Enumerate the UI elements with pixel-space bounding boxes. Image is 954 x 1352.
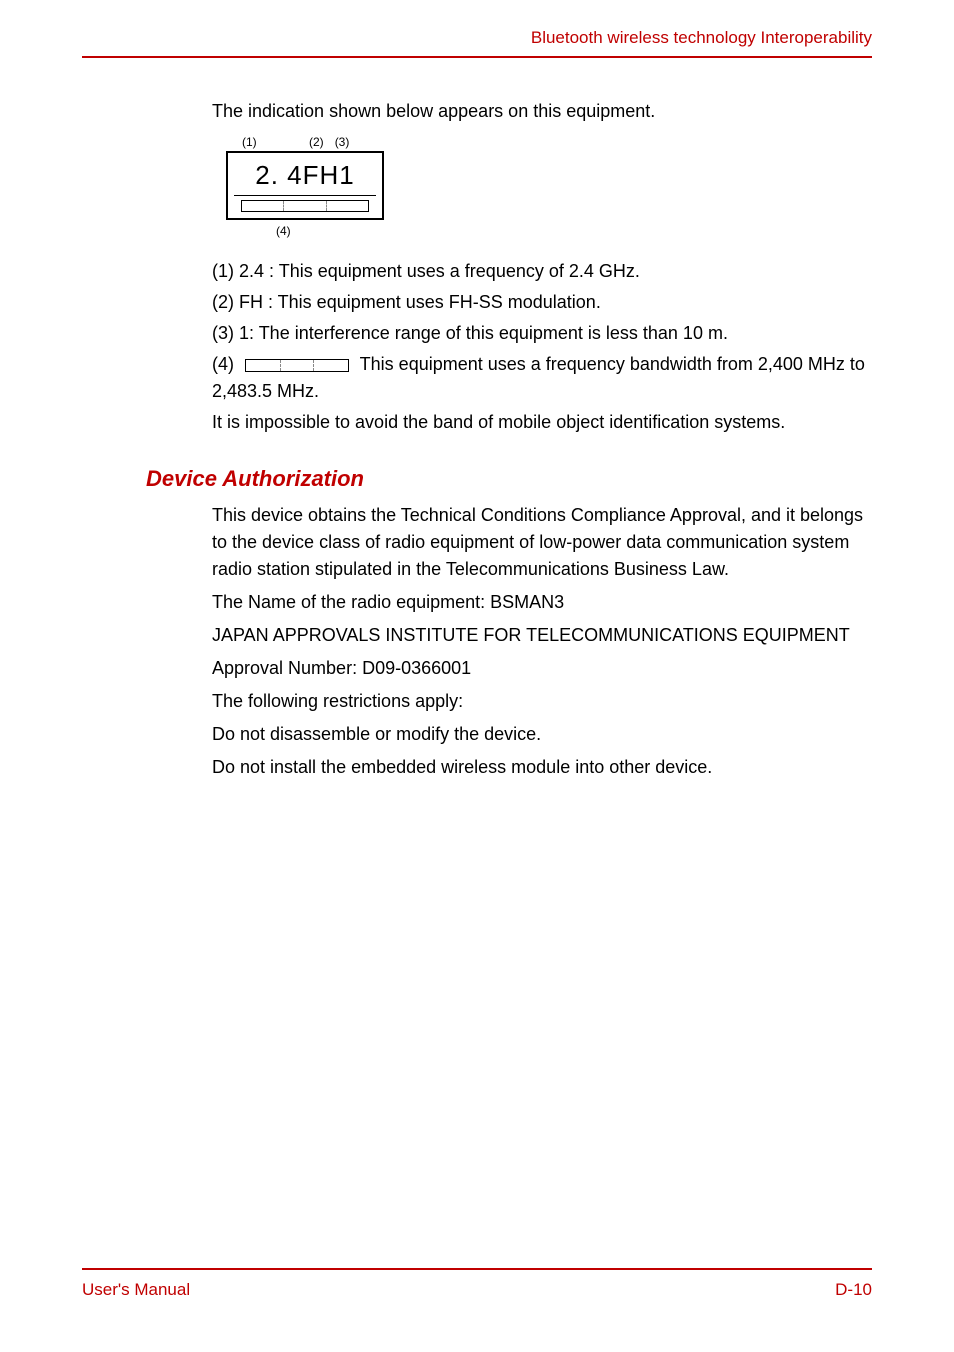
device-authorization-heading: Device Authorization bbox=[146, 466, 872, 492]
label-top-markers: (1) (2) (3) bbox=[226, 133, 396, 151]
marker-4: (4) bbox=[226, 222, 396, 240]
page-header: Bluetooth wireless technology Interopera… bbox=[82, 28, 872, 58]
label-main-text: 2. 4FH1 bbox=[234, 156, 376, 196]
equipment-label-diagram: (1) (2) (3) 2. 4FH1 (4) bbox=[226, 133, 396, 240]
frequency-bar-inline-icon bbox=[245, 359, 349, 372]
frequency-bar-icon bbox=[241, 200, 369, 212]
intro-text: The indication shown below appears on th… bbox=[212, 98, 872, 125]
item-4: (4) This equipment uses a frequency band… bbox=[212, 351, 872, 405]
label-box: 2. 4FH1 bbox=[226, 151, 384, 220]
device-authorization-body: This device obtains the Technical Condit… bbox=[212, 502, 872, 781]
marker-3: (3) bbox=[335, 133, 355, 151]
item-1: (1) 2.4 : This equipment uses a frequenc… bbox=[212, 258, 872, 285]
auth-p6: Do not disassemble or modify the device. bbox=[212, 721, 872, 748]
page-footer: User's Manual D-10 bbox=[82, 1268, 872, 1300]
item-4-prefix: (4) bbox=[212, 354, 239, 374]
auth-p7: Do not install the embedded wireless mod… bbox=[212, 754, 872, 781]
marker-1: (1) bbox=[242, 133, 298, 151]
auth-p1: This device obtains the Technical Condit… bbox=[212, 502, 872, 583]
auth-p4: Approval Number: D09-0366001 bbox=[212, 655, 872, 682]
auth-p2: The Name of the radio equipment: BSMAN3 bbox=[212, 589, 872, 616]
section-indication: The indication shown below appears on th… bbox=[212, 98, 872, 436]
item-3: (3) 1: The interference range of this eq… bbox=[212, 320, 872, 347]
auth-p3: JAPAN APPROVALS INSTITUTE FOR TELECOMMUN… bbox=[212, 622, 872, 649]
auth-p5: The following restrictions apply: bbox=[212, 688, 872, 715]
footer-left: User's Manual bbox=[82, 1280, 190, 1300]
footer-right: D-10 bbox=[835, 1280, 872, 1300]
item-tail: It is impossible to avoid the band of mo… bbox=[212, 409, 872, 436]
item-2: (2) FH : This equipment uses FH-SS modul… bbox=[212, 289, 872, 316]
marker-2: (2) bbox=[301, 133, 331, 151]
header-title: Bluetooth wireless technology Interopera… bbox=[531, 28, 872, 47]
